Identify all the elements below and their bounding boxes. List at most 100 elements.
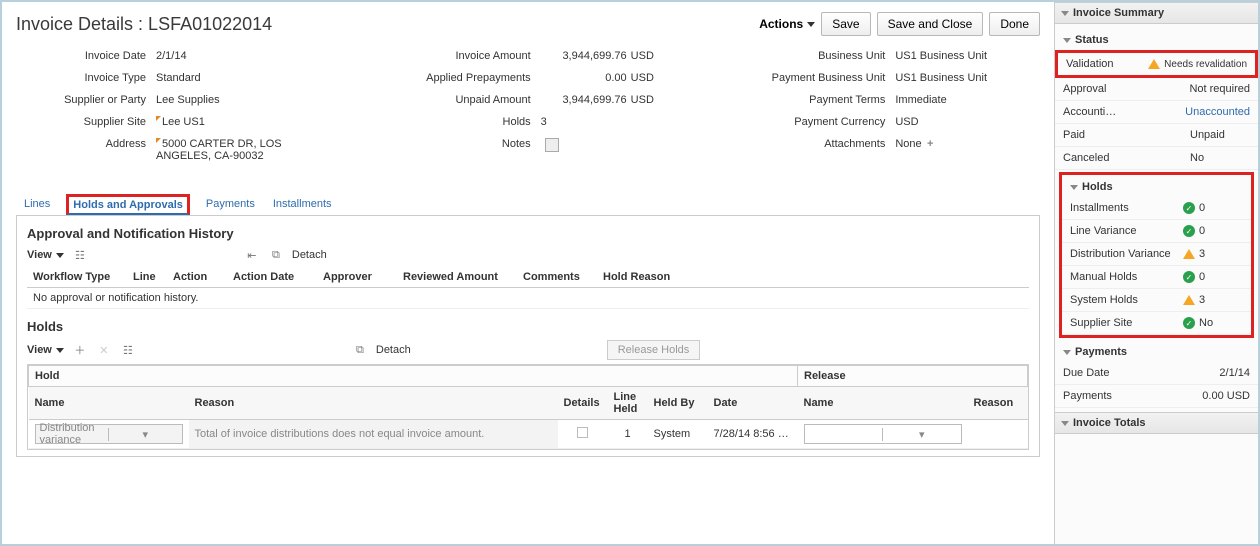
applied-prepayments-value: 0.00	[541, 72, 631, 84]
detach-icon[interactable]: ⧉	[352, 342, 368, 358]
status-paid-row: PaidUnpaid	[1055, 124, 1258, 147]
chevron-down-icon[interactable]: ▾	[108, 428, 182, 441]
invoice-summary-header[interactable]: Invoice Summary	[1055, 2, 1258, 24]
page-title: Invoice Details : LSFA01022014	[16, 14, 272, 35]
view-menu[interactable]: View	[27, 249, 64, 261]
address-value: 5000 CARTER DR, LOS ANGELES, CA-90032	[156, 138, 331, 162]
line-variance-label: Line Variance	[1070, 225, 1183, 237]
validation-label: Validation	[1066, 58, 1148, 70]
col-release-reason: Reason	[968, 387, 1028, 420]
invoice-amount-label: Invoice Amount	[371, 50, 541, 62]
applied-prepayments-label: Applied Prepayments	[371, 72, 541, 84]
installments-label: Installments	[1070, 202, 1183, 214]
accounting-label: Accounti…	[1063, 106, 1185, 118]
status-subheader[interactable]: Status	[1055, 28, 1258, 50]
holds-row[interactable]: Distribution variance ▾ Total of invoice…	[29, 420, 1028, 449]
release-holds-button[interactable]: Release Holds	[607, 340, 701, 360]
holds-system-row: System Holds3	[1062, 289, 1251, 312]
manual-holds-value: 0	[1199, 271, 1205, 283]
col-reviewed-amount: Reviewed Amount	[397, 267, 517, 288]
delete-row-icon[interactable]: ✕	[96, 342, 112, 358]
holds-count-value: 3	[541, 116, 631, 128]
holds-supplier-site-row: Supplier Site✓ No	[1062, 312, 1251, 335]
col-release-name: Name	[798, 387, 968, 420]
hold-name-value: Distribution variance	[36, 422, 109, 446]
supplier-label: Supplier or Party	[16, 94, 156, 106]
col-line: Line	[127, 267, 167, 288]
detach-label[interactable]: Detach	[376, 344, 411, 356]
invoice-amount-value: 3,944,699.76	[541, 50, 631, 62]
invoice-totals-header[interactable]: Invoice Totals	[1055, 412, 1258, 434]
details-checkbox[interactable]	[577, 427, 588, 438]
warning-icon	[1148, 59, 1160, 69]
tab-lines[interactable]: Lines	[22, 194, 52, 215]
payments-value: 0.00 USD	[1180, 390, 1250, 402]
chevron-down-icon[interactable]: ▾	[882, 428, 961, 441]
check-icon: ✓	[1183, 317, 1195, 329]
unpaid-amount-currency: USD	[631, 94, 671, 106]
supplier-site-holds-label: Supplier Site	[1070, 317, 1183, 329]
dist-variance-label: Distribution Variance	[1070, 248, 1183, 260]
business-unit-label: Business Unit	[725, 50, 895, 62]
done-button[interactable]: Done	[989, 12, 1040, 36]
holds-view-menu[interactable]: View	[27, 344, 64, 356]
col-comments: Comments	[517, 267, 597, 288]
payments-subheader[interactable]: Payments	[1055, 340, 1258, 362]
release-name-dropdown[interactable]: ▾	[804, 424, 962, 444]
business-unit-value: US1 Business Unit	[895, 50, 1040, 62]
holds-installments-row: Installments✓0	[1062, 197, 1251, 220]
canceled-label: Canceled	[1063, 152, 1190, 164]
freeze-icon[interactable]: ⇤	[244, 247, 260, 263]
holds-section-title: Holds	[27, 319, 1029, 334]
status-title: Status	[1075, 34, 1109, 46]
system-holds-label: System Holds	[1070, 294, 1183, 306]
notes-icon[interactable]	[545, 138, 559, 152]
invoice-date-value: 2/1/14	[156, 50, 331, 62]
holds-subheader[interactable]: Holds	[1062, 175, 1251, 197]
disclosure-icon	[1063, 350, 1071, 355]
hold-name-dropdown[interactable]: Distribution variance ▾	[35, 424, 183, 444]
col-action-date: Action Date	[227, 267, 317, 288]
approval-empty-message: No approval or notification history.	[27, 288, 1029, 309]
line-variance-value: 0	[1199, 225, 1205, 237]
disclosure-icon	[1061, 421, 1069, 426]
detach-icon[interactable]: ⧉	[268, 247, 284, 263]
col-held-by: Held By	[648, 387, 708, 420]
tab-installments[interactable]: Installments	[271, 194, 334, 215]
validation-value: Needs revalidation	[1164, 59, 1247, 70]
attachments-label: Attachments	[725, 138, 895, 150]
add-attachment-icon[interactable]: +	[925, 138, 936, 149]
approval-label: Approval	[1063, 83, 1189, 95]
payments-amount-row: Payments0.00 USD	[1055, 385, 1258, 408]
invoice-summary-title: Invoice Summary	[1073, 7, 1164, 19]
holds-line-variance-row: Line Variance✓0	[1062, 220, 1251, 243]
attachments-value: None +	[895, 138, 1040, 150]
accounting-value[interactable]: Unaccounted	[1185, 106, 1250, 118]
applied-prepayments-currency: USD	[631, 72, 671, 84]
actions-label: Actions	[759, 17, 803, 31]
save-close-button[interactable]: Save and Close	[877, 12, 984, 36]
tab-holds-approvals[interactable]: Holds and Approvals	[66, 194, 190, 215]
format-icon[interactable]: ☷	[120, 342, 136, 358]
approval-value: Not required	[1189, 83, 1250, 95]
approval-history-title: Approval and Notification History	[27, 226, 1029, 241]
format-icon[interactable]: ☷	[72, 247, 88, 263]
paid-label: Paid	[1063, 129, 1190, 141]
payment-currency-value: USD	[895, 116, 1040, 128]
payments-due-row: Due Date2/1/14	[1055, 362, 1258, 385]
holds-manual-row: Manual Holds✓0	[1062, 266, 1251, 289]
payments-label: Payments	[1063, 390, 1180, 402]
tab-payments[interactable]: Payments	[204, 194, 257, 215]
add-row-icon[interactable]: ＋	[72, 342, 88, 358]
notes-label: Notes	[371, 138, 541, 155]
save-button[interactable]: Save	[821, 12, 870, 36]
col-action: Action	[167, 267, 227, 288]
chevron-down-icon	[56, 348, 64, 353]
approval-history-table: Workflow Type Line Action Action Date Ap…	[27, 267, 1029, 309]
detach-label[interactable]: Detach	[292, 249, 327, 261]
invoice-amount-currency: USD	[631, 50, 671, 62]
sidebar-holds-title: Holds	[1082, 181, 1113, 193]
actions-menu[interactable]: Actions	[759, 17, 815, 31]
holds-table: Hold Release Name Reason Details Line He…	[28, 365, 1028, 449]
supplier-site-holds-value: No	[1199, 317, 1213, 329]
